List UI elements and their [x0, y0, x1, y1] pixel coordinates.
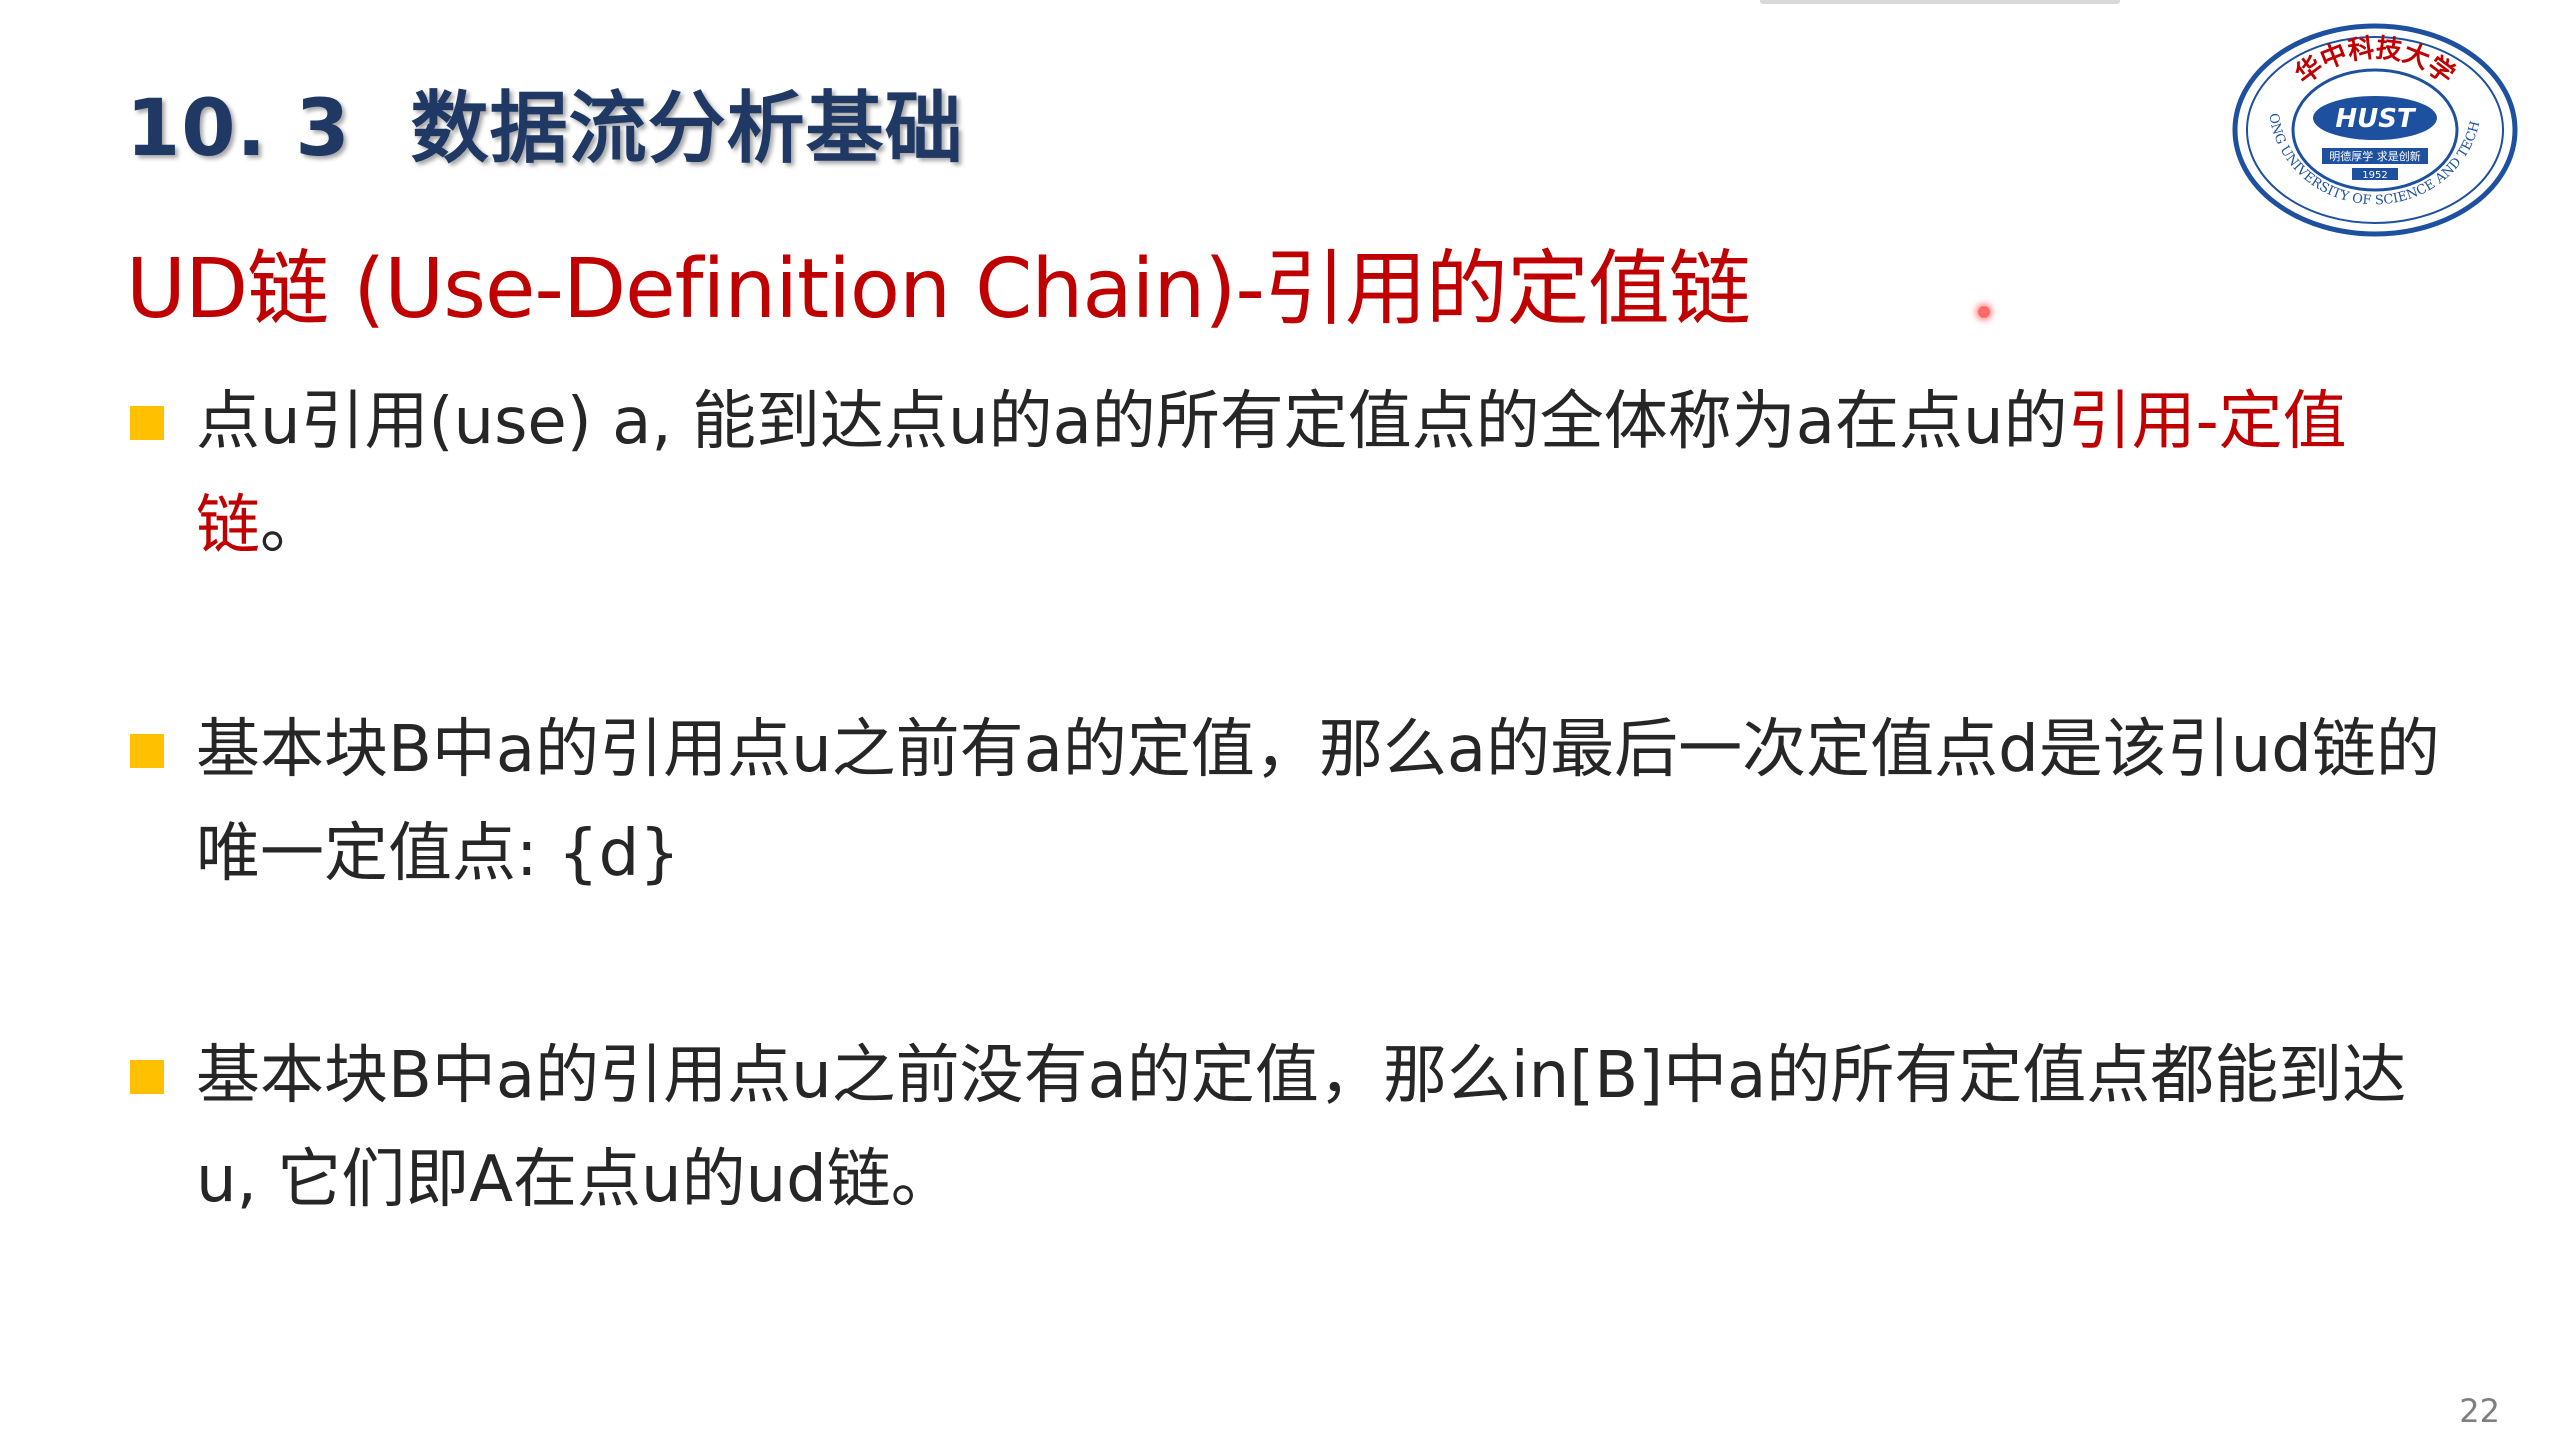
bullet-text: 基本块B中a的引用点u之前没有a的定值，那么in[B]中a的所有定值点都能到达u… [196, 1039, 2407, 1217]
bullet-list: 点u引用(use) a, 能到达点u的a的所有定值点的全体称为a在点u的引用-定… [126, 370, 2456, 1352]
bullet-item: 点u引用(use) a, 能到达点u的a的所有定值点的全体称为a在点u的引用-定… [126, 370, 2456, 578]
laser-pointer-dot [1978, 306, 1990, 318]
page-number: 22 [2459, 1392, 2500, 1430]
bullet-item: 基本块B中a的引用点u之前有a的定值，那么a的最后一次定值点d是该引ud链的唯一… [126, 698, 2456, 906]
bullet-square-icon [130, 406, 164, 440]
bullet-square-icon [130, 1060, 164, 1094]
bullet-text: 基本块B中a的引用点u之前有a的定值，那么a的最后一次定值点d是该引ud链的唯一… [196, 713, 2440, 891]
bullet-square-icon [130, 734, 164, 768]
section-title: 10. 3 数据流分析基础 [126, 66, 964, 178]
slide-heading: UD链 (Use-Definition Chain)-引用的定值链 [126, 242, 1751, 337]
logo-monogram: HUST [2335, 104, 2417, 134]
bullet-item: 基本块B中a的引用点u之前没有a的定值，那么in[B]中a的所有定值点都能到达u… [126, 1024, 2456, 1232]
window-top-tab [1760, 0, 2120, 4]
university-logo: 华中科技大学 HUAZHONG UNIVERSITY OF SCIENCE AN… [2230, 18, 2518, 237]
section-title-text: 数据流分析基础 [410, 84, 964, 174]
bullet-text: 点u引用(use) a, 能到达点u的a的所有定值点的全体称为a在点u的 [196, 385, 2068, 459]
logo-year: 1952 [2362, 170, 2387, 181]
section-number: 10. 3 [126, 84, 351, 174]
bullet-text-after: 。 [260, 489, 324, 563]
logo-motto: 明德厚学 求是创新 [2329, 149, 2421, 163]
